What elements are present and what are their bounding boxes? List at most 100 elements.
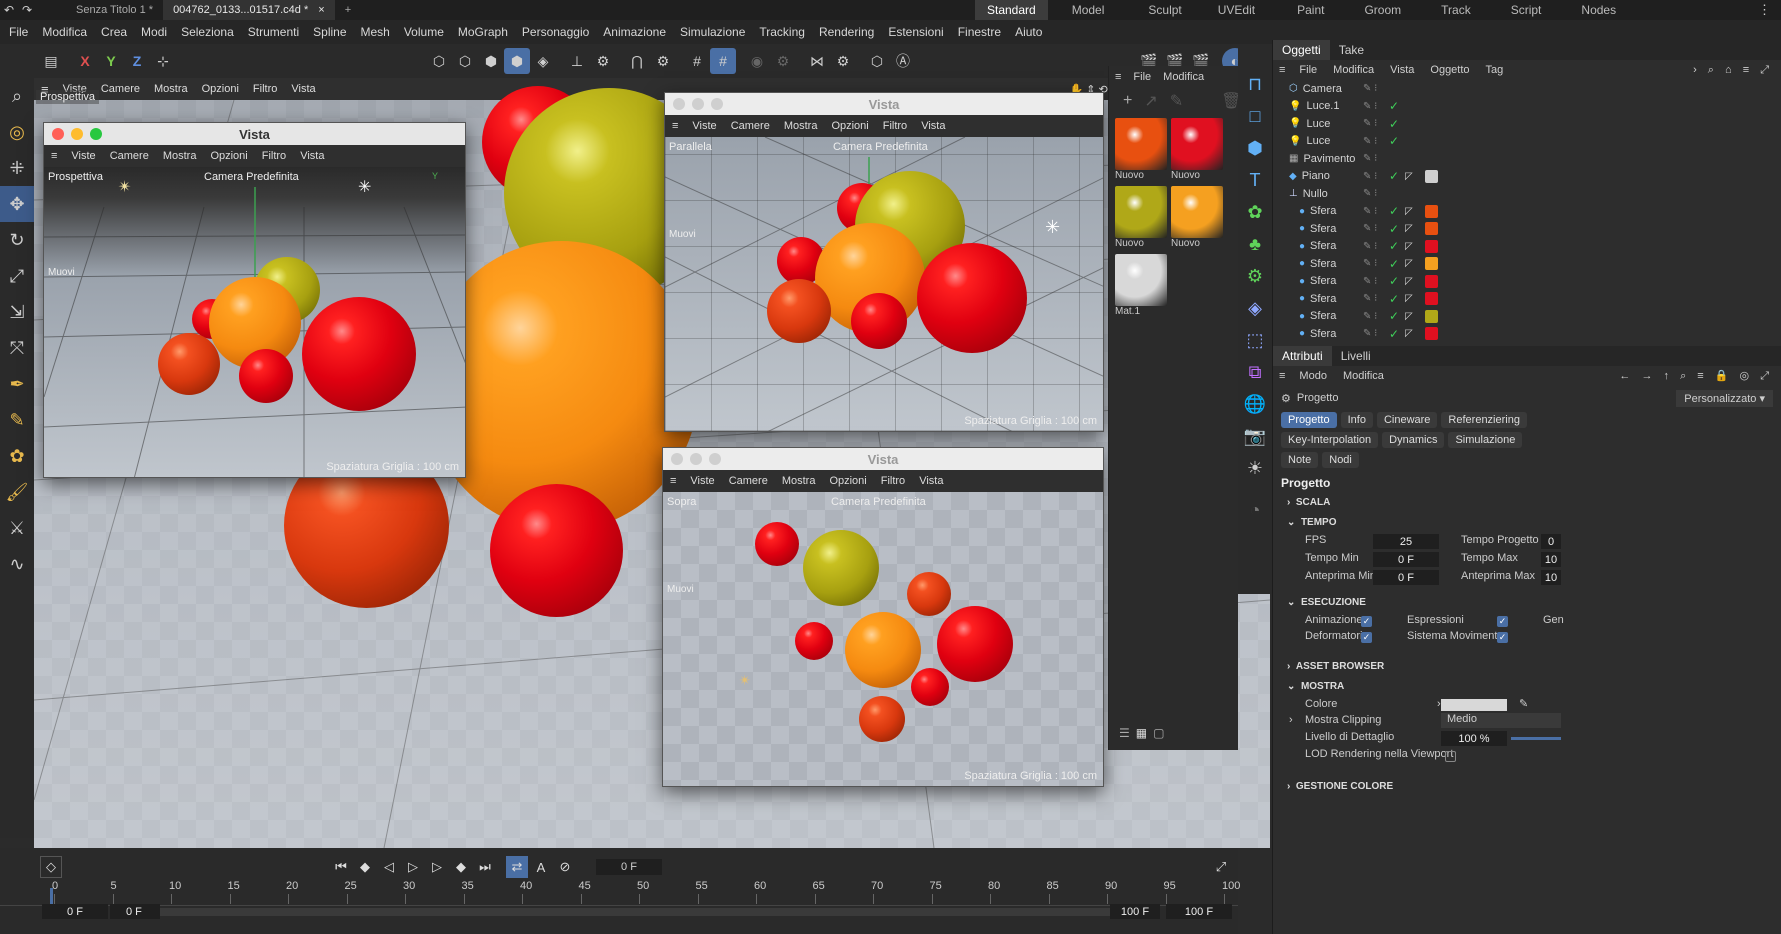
next-frame-icon[interactable]: ▷ <box>426 856 448 878</box>
object-row[interactable]: ● Sfera ✎ ⁝ ✓ ◸ <box>1281 290 1781 308</box>
y-axis-toggle[interactable]: Y <box>98 48 124 74</box>
sphere-red-large[interactable] <box>917 243 1027 353</box>
menu-seleziona[interactable]: Seleziona <box>174 20 241 44</box>
visibility-icon[interactable]: ✎ ⁝ <box>1363 83 1377 94</box>
section-mostra[interactable]: ⌄ MOSTRA <box>1287 676 1781 696</box>
coordinate-system-icon[interactable]: ⊹ <box>150 48 176 74</box>
visibility-icon[interactable]: ✎ ⁝ <box>1363 118 1377 129</box>
anteprima-min-field[interactable]: 0 F <box>1373 570 1439 585</box>
menu-modi[interactable]: Modi <box>134 20 174 44</box>
enabled-check-icon[interactable]: ✓ <box>1389 222 1399 236</box>
go-to-end-icon[interactable]: ⏭ <box>474 856 496 878</box>
camera-icon[interactable]: 📷 <box>1238 420 1272 452</box>
view-window-2-canvas[interactable]: Parallela Camera Predefinita Muovi ✳ Spa… <box>665 137 1103 431</box>
more-icon[interactable]: ⋮ <box>1758 2 1771 18</box>
visibility-icon[interactable]: ✎ ⁝ <box>1363 188 1377 199</box>
color-swatch[interactable] <box>1441 699 1507 711</box>
snap-settings-icon[interactable]: ⚙ <box>650 48 676 74</box>
enabled-check-icon[interactable]: ✓ <box>1389 327 1399 341</box>
z-axis-toggle[interactable]: Z <box>124 48 150 74</box>
visibility-icon[interactable]: ✎ ⁝ <box>1363 206 1377 217</box>
sphere-red-small-2[interactable] <box>911 668 949 706</box>
lock-icon[interactable]: ⬡ <box>864 48 890 74</box>
layout-tab-nodes[interactable]: Nodes <box>1569 0 1628 20</box>
large-view-icon[interactable]: ▢ <box>1153 726 1164 740</box>
grid-view-icon[interactable]: ▦ <box>1136 726 1147 740</box>
extrude-tool-icon[interactable]: ⤧ <box>0 330 34 366</box>
keyframe-icon[interactable]: ◇ <box>40 856 62 878</box>
end-frame-field[interactable]: 100 F <box>1166 904 1232 919</box>
symmetry-icon[interactable]: ⋈ <box>804 48 830 74</box>
visibility-icon[interactable]: ✎ ⁝ <box>1363 258 1377 269</box>
w2-menu-viste[interactable]: Viste <box>685 120 723 132</box>
sphere-red-front[interactable] <box>490 484 623 617</box>
next-key-icon[interactable]: ◆ <box>450 856 472 878</box>
attr-btn-progetto[interactable]: Progetto <box>1281 412 1337 428</box>
w3-menu-mostra[interactable]: Mostra <box>775 475 823 487</box>
attr-btn-dynamics[interactable]: Dynamics <box>1382 432 1445 448</box>
anteprima-max-field[interactable]: 10 <box>1541 570 1561 585</box>
attr-btn-referenziering[interactable]: Referenziering <box>1441 412 1527 428</box>
sphere-dark-orange[interactable] <box>158 333 220 395</box>
view-window-2[interactable]: Vista ≡ Viste Camere Mostra Opzioni Filt… <box>664 92 1104 432</box>
layout-tab-groom[interactable]: Groom <box>1352 0 1413 20</box>
view-window-2-titlebar[interactable]: Vista <box>665 93 1103 115</box>
timeline-ruler[interactable]: 0 5 10 15 20 25 30 35 40 45 50 55 60 65 70 75 80 85 90 95 10… <box>0 880 1240 906</box>
preview-start-field[interactable]: 0 F <box>110 904 160 919</box>
tab-livelli[interactable]: Livelli <box>1332 346 1380 366</box>
prev-frame-icon[interactable]: ◁ <box>378 856 400 878</box>
w2-menu-vista[interactable]: Vista <box>914 120 952 132</box>
visibility-icon[interactable]: ✎ ⁝ <box>1363 136 1377 147</box>
material-tag-icon[interactable] <box>1425 292 1438 306</box>
visibility-icon[interactable]: ✎ ⁝ <box>1363 171 1377 182</box>
enabled-check-icon[interactable]: ✓ <box>1389 257 1399 271</box>
menu-strumenti[interactable]: Strumenti <box>241 20 306 44</box>
points-mode-icon[interactable]: ⬡ <box>426 48 452 74</box>
material-tag-icon[interactable] <box>1425 274 1438 288</box>
tab-take[interactable]: Take <box>1330 40 1373 60</box>
object-row[interactable]: ● Sfera ✎ ⁝ ✓ ◸ <box>1281 203 1781 221</box>
visibility-icon[interactable]: ✎ ⁝ <box>1363 223 1377 234</box>
tempo-max-field[interactable]: 10 <box>1541 552 1561 567</box>
section-scala[interactable]: › SCALA <box>1287 492 1781 512</box>
section-tempo[interactable]: ⌄ TEMPO <box>1287 512 1781 532</box>
enabled-check-icon[interactable]: ✓ <box>1389 239 1399 253</box>
layout-manager-icon[interactable]: ▤ <box>38 48 64 74</box>
autokey-icon[interactable]: A <box>530 856 552 878</box>
w1-menu-camere[interactable]: Camere <box>103 150 156 162</box>
section-esecuzione[interactable]: ⌄ ESECUZIONE <box>1287 592 1781 612</box>
phong-tag-icon[interactable]: ◸ <box>1405 171 1413 182</box>
phong-tag-icon[interactable]: ◸ <box>1405 223 1413 234</box>
visibility-icon[interactable]: ✎ ⁝ <box>1363 241 1377 252</box>
enabled-check-icon[interactable]: ✓ <box>1389 292 1399 306</box>
tweak-tool-icon[interactable]: ⁜ <box>0 150 34 186</box>
list-view-icon[interactable]: ☰ <box>1119 726 1130 740</box>
a-icon[interactable]: Ⓐ <box>890 48 916 74</box>
go-to-start-icon[interactable]: ⏮ <box>330 856 352 878</box>
visibility-icon[interactable]: ✎ ⁝ <box>1363 311 1377 322</box>
sphere-orange[interactable] <box>845 612 921 688</box>
knife-tool-icon[interactable]: ⚔ <box>0 510 34 546</box>
lod-checkbox[interactable] <box>1445 751 1456 762</box>
x-axis-toggle[interactable]: X <box>72 48 98 74</box>
material-swatch[interactable] <box>1115 118 1167 170</box>
soft-selection-settings-icon[interactable]: ⚙ <box>770 48 796 74</box>
snap-icon[interactable]: ⋂ <box>624 48 650 74</box>
w1-menu-viste[interactable]: Viste <box>64 150 102 162</box>
sphere-red-small[interactable] <box>795 622 833 660</box>
minimize-window-icon[interactable] <box>692 98 704 110</box>
object-row[interactable]: ▦ Pavimento ✎ ⁝ <box>1281 150 1781 168</box>
menu-tracking[interactable]: Tracking <box>752 20 812 44</box>
hamburger-icon[interactable]: ≡ <box>663 475 683 487</box>
w2-menu-opzioni[interactable]: Opzioni <box>824 120 875 132</box>
soft-selection-icon[interactable]: ◉ <box>744 48 770 74</box>
menu-finestre[interactable]: Finestre <box>951 20 1008 44</box>
add-icon[interactable]: + <box>1123 92 1132 110</box>
mat-menu-modifica[interactable]: Modifica <box>1157 71 1210 83</box>
object-row[interactable]: ● Sfera ✎ ⁝ ✓ ◸ <box>1281 325 1781 343</box>
w1-menu-mostra[interactable]: Mostra <box>156 150 204 162</box>
material-swatch[interactable] <box>1171 118 1223 170</box>
visibility-icon[interactable]: ✎ ⁝ <box>1363 101 1377 112</box>
transform-tool-icon[interactable]: ⇲ <box>0 294 34 330</box>
mat-menu-file[interactable]: File <box>1127 71 1157 83</box>
